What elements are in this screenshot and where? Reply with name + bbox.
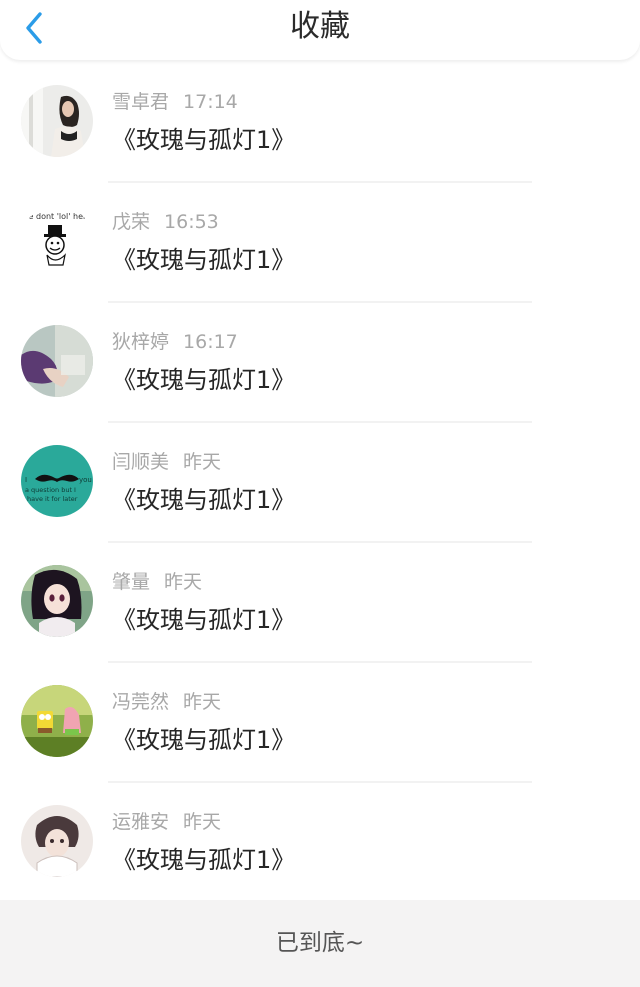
list-item[interactable]: 肇量 昨天 《玫瑰与孤灯1》 (0, 543, 640, 663)
avatar-image (21, 565, 93, 637)
avatar-caption-2: you (79, 476, 92, 484)
avatar[interactable] (21, 85, 93, 157)
avatar[interactable] (21, 565, 93, 637)
user-name: 冯莞然 (112, 691, 170, 713)
avatar-caption-4: have it for later (27, 495, 78, 503)
item-time: 昨天 (183, 811, 222, 833)
item-title: 《玫瑰与孤灯1》 (112, 486, 296, 514)
item-meta: 冯莞然 昨天 (112, 689, 221, 715)
list-item[interactable]: 运雅安 昨天 《玫瑰与孤灯1》 (0, 783, 640, 903)
avatar-image: we dont 'lol' here (21, 205, 93, 277)
avatar[interactable]: we dont 'lol' here (21, 205, 93, 277)
avatar-caption-1: I (25, 476, 27, 484)
item-time: 16:17 (183, 331, 238, 353)
avatar-image: I you a question but I have it for later (21, 445, 93, 517)
list-item[interactable]: 冯莞然 昨天 《玫瑰与孤灯1》 (0, 663, 640, 783)
avatar-image (21, 325, 93, 397)
user-name: 肇量 (112, 571, 151, 593)
list-item[interactable]: 雪卓君 17:14 《玫瑰与孤灯1》 (0, 63, 640, 183)
user-name: 戊荣 (112, 211, 151, 233)
user-name: 雪卓君 (112, 91, 170, 113)
favorites-list: 雪卓君 17:14 《玫瑰与孤灯1》 we dont 'lol' here 戊荣… (0, 63, 640, 903)
item-title: 《玫瑰与孤灯1》 (112, 366, 296, 394)
avatar-image (21, 685, 93, 757)
end-of-list-text: 已到底~ (275, 930, 365, 956)
avatar-caption: we dont 'lol' here (22, 212, 91, 221)
list-item[interactable]: we dont 'lol' here 戊荣 16:53 《玫瑰与孤灯1》 (0, 183, 640, 303)
item-time: 17:14 (183, 91, 238, 113)
item-title: 《玫瑰与孤灯1》 (112, 726, 296, 754)
item-meta: 雪卓君 17:14 (112, 89, 238, 115)
page-title: 收藏 (290, 9, 350, 44)
avatar[interactable] (21, 325, 93, 397)
user-name: 运雅安 (112, 811, 170, 833)
item-time: 昨天 (164, 571, 203, 593)
avatar-image (21, 805, 93, 877)
item-title: 《玫瑰与孤灯1》 (112, 606, 296, 634)
avatar[interactable] (21, 805, 93, 877)
avatar-image (21, 85, 93, 157)
item-time: 16:53 (164, 211, 219, 233)
user-name: 狄梓婷 (112, 331, 170, 353)
item-meta: 肇量 昨天 (112, 569, 202, 595)
item-meta: 闫顺美 昨天 (112, 449, 221, 475)
item-meta: 狄梓婷 16:17 (112, 329, 238, 355)
item-title: 《玫瑰与孤灯1》 (112, 126, 296, 154)
avatar-caption-3: a question but I (25, 486, 76, 494)
item-time: 昨天 (183, 691, 222, 713)
user-name: 闫顺美 (112, 451, 170, 473)
list-item[interactable]: 狄梓婷 16:17 《玫瑰与孤灯1》 (0, 303, 640, 423)
list-item[interactable]: I you a question but I have it for later… (0, 423, 640, 543)
end-of-list-footer: 已到底~ (0, 900, 640, 987)
item-title: 《玫瑰与孤灯1》 (112, 846, 296, 874)
top-bar: 收藏 (0, 0, 640, 60)
avatar[interactable] (21, 685, 93, 757)
item-time: 昨天 (183, 451, 222, 473)
item-title: 《玫瑰与孤灯1》 (112, 246, 296, 274)
avatar[interactable]: I you a question but I have it for later (21, 445, 93, 517)
favorites-page: 收藏 雪卓君 17:14 《玫瑰与孤灯1》 we dont 'lol' here… (0, 0, 640, 987)
item-meta: 运雅安 昨天 (112, 809, 221, 835)
item-meta: 戊荣 16:53 (112, 209, 219, 235)
